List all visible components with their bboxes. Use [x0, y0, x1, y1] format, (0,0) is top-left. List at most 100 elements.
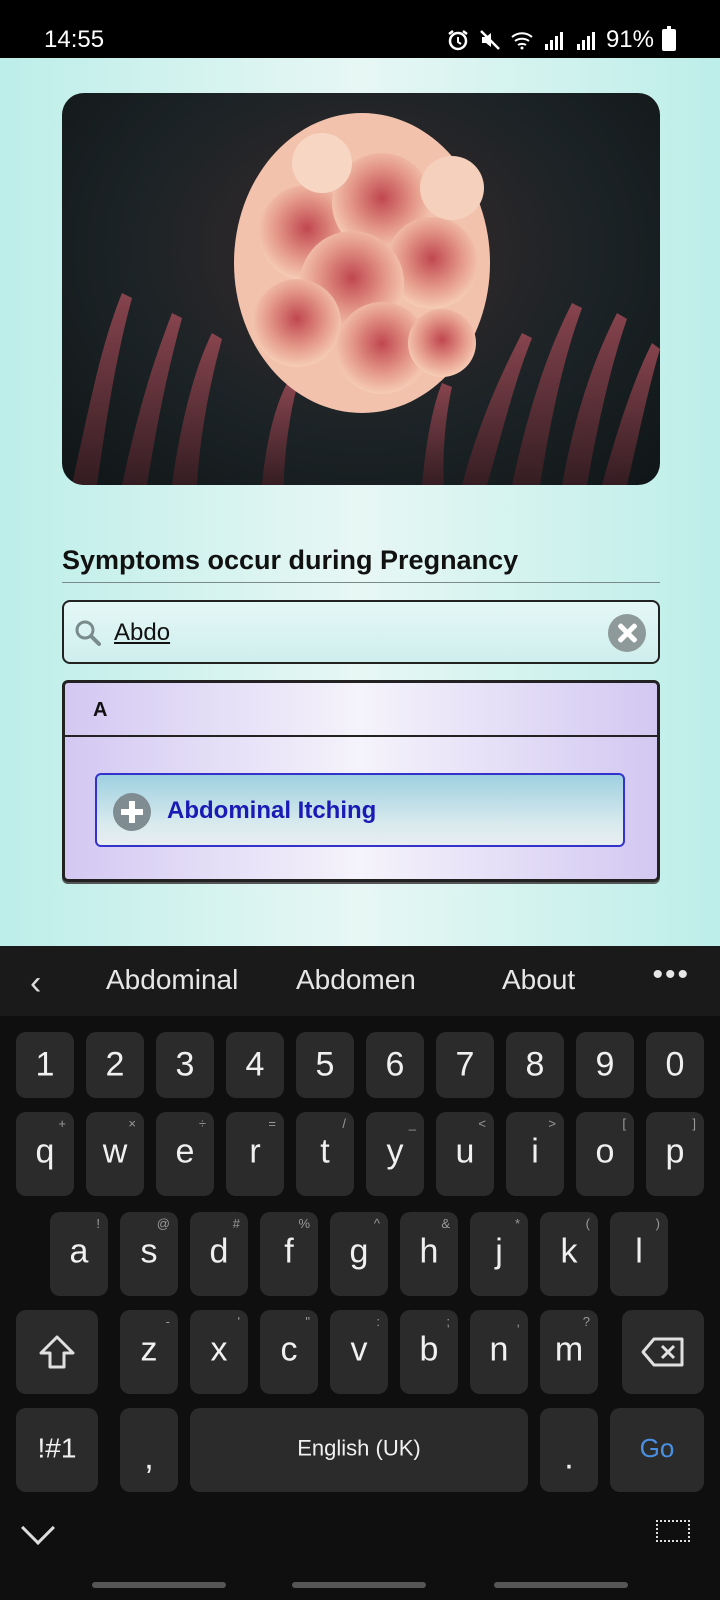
key-label: h — [419, 1232, 439, 1271]
suggestion-1[interactable]: Abdominal — [106, 964, 238, 996]
key-label: d — [209, 1232, 229, 1271]
key-c[interactable]: " c — [260, 1310, 318, 1394]
key-l[interactable]: ) l — [610, 1212, 668, 1296]
key-label: g — [349, 1232, 369, 1271]
hero-image-embryo — [62, 93, 660, 485]
key-x[interactable]: ' x — [190, 1310, 248, 1394]
clear-search-icon[interactable] — [608, 614, 646, 652]
backspace-key[interactable] — [622, 1310, 704, 1394]
list-item-abdominal-itching[interactable]: Abdominal Itching — [95, 773, 625, 847]
key-label: 6 — [385, 1045, 405, 1084]
shift-key[interactable] — [16, 1310, 98, 1394]
key-s[interactable]: @ s — [120, 1212, 178, 1296]
key-w[interactable]: × w — [86, 1112, 144, 1196]
key-m[interactable]: ? m — [540, 1310, 598, 1394]
plus-icon — [113, 793, 151, 831]
hide-keyboard-icon[interactable] — [21, 1511, 55, 1545]
key-hint: % — [298, 1216, 310, 1231]
key-9[interactable]: 9 — [576, 1032, 634, 1098]
key-d[interactable]: # d — [190, 1212, 248, 1296]
suggestion-2[interactable]: Abdomen — [296, 964, 416, 996]
key-n[interactable]: ,n — [470, 1310, 528, 1394]
key-0[interactable]: 0 — [646, 1032, 704, 1098]
key-4[interactable]: 4 — [226, 1032, 284, 1098]
key-p[interactable]: ] p — [646, 1112, 704, 1196]
key-k[interactable]: (k — [540, 1212, 598, 1296]
key-label: 8 — [525, 1045, 545, 1084]
search-input[interactable] — [114, 614, 584, 652]
key-v[interactable]: :v — [330, 1310, 388, 1394]
key-hint: ( — [585, 1216, 590, 1231]
key-i[interactable]: > i — [506, 1112, 564, 1196]
key-label: p — [665, 1132, 685, 1171]
search-icon — [75, 620, 101, 646]
key-label: m — [554, 1330, 584, 1369]
key-hint: ' — [237, 1314, 240, 1329]
nav-recents-pill[interactable] — [92, 1582, 226, 1588]
key-label: b — [419, 1330, 439, 1369]
key-b[interactable]: ; b — [400, 1310, 458, 1394]
key-g[interactable]: ^ g — [330, 1212, 388, 1296]
key-t[interactable]: / t — [296, 1112, 354, 1196]
key-q[interactable]: + q — [16, 1112, 74, 1196]
key-hint: & — [441, 1216, 450, 1231]
key-hint: : — [376, 1314, 380, 1329]
app-content: Symptoms occur during Pregnancy A Abdomi… — [0, 58, 720, 946]
key-z[interactable]: -z — [120, 1310, 178, 1394]
key-j[interactable]: * j — [470, 1212, 528, 1296]
key-label: n — [489, 1330, 509, 1369]
suggestion-bar: ‹ Abdominal Abdomen About ••• — [0, 946, 720, 1016]
search-box[interactable] — [62, 600, 660, 664]
key-o[interactable]: [o — [576, 1112, 634, 1196]
more-icon[interactable]: ••• — [652, 958, 690, 992]
key-hint: × — [128, 1116, 136, 1131]
key-hint: * — [514, 1216, 520, 1231]
key-3[interactable]: 3 — [156, 1032, 214, 1098]
period-key[interactable]: . — [540, 1408, 598, 1492]
comma-key[interactable]: , — [120, 1408, 178, 1492]
key-hint: - — [165, 1314, 170, 1329]
space-key[interactable]: English (UK) — [190, 1408, 528, 1492]
key-f[interactable]: % f — [260, 1212, 318, 1296]
key-label: t — [320, 1132, 330, 1171]
key-8[interactable]: 8 — [506, 1032, 564, 1098]
key-1[interactable]: 1 — [16, 1032, 74, 1098]
key-hint: _ — [408, 1116, 416, 1131]
symbols-key[interactable]: !#1 — [16, 1408, 98, 1492]
key-label: 7 — [455, 1045, 475, 1084]
alarm-icon — [448, 30, 468, 51]
key-label: 2 — [105, 1045, 125, 1084]
suggestion-3[interactable]: About — [502, 964, 575, 996]
key-2[interactable]: 2 — [86, 1032, 144, 1098]
key-hint: < — [478, 1116, 486, 1131]
key-label: 9 — [595, 1045, 615, 1084]
key-hint: # — [232, 1216, 240, 1231]
key-7[interactable]: 7 — [436, 1032, 494, 1098]
key-label: y — [386, 1132, 404, 1171]
chevron-left-icon[interactable]: ‹ — [30, 964, 41, 1003]
key-label: e — [175, 1132, 195, 1171]
key-label: Go — [639, 1432, 675, 1463]
key-u[interactable]: < u — [436, 1112, 494, 1196]
go-button[interactable]: Go — [610, 1408, 704, 1492]
nav-home-pill[interactable] — [292, 1582, 426, 1588]
backspace-icon — [641, 1337, 684, 1367]
key-r[interactable]: = r — [226, 1112, 284, 1196]
key-hint: > — [548, 1116, 556, 1131]
results-panel: A Abdominal Itching — [62, 680, 660, 882]
section-title: Symptoms occur during Pregnancy — [62, 545, 519, 575]
key-5[interactable]: 5 — [296, 1032, 354, 1098]
keyboard-switch-icon[interactable] — [656, 1520, 690, 1542]
key-label: , — [144, 1438, 154, 1477]
key-label: r — [249, 1132, 261, 1171]
key-label: . — [564, 1438, 574, 1477]
nav-back-pill[interactable] — [494, 1582, 628, 1588]
key-label: v — [350, 1330, 368, 1369]
key-y[interactable]: _ y — [366, 1112, 424, 1196]
key-e[interactable]: ÷ e — [156, 1112, 214, 1196]
key-hint: ? — [582, 1314, 590, 1329]
key-h[interactable]: & h — [400, 1212, 458, 1296]
key-a[interactable]: ! a — [50, 1212, 108, 1296]
key-6[interactable]: 6 — [366, 1032, 424, 1098]
status-icons: 91% — [446, 26, 676, 54]
